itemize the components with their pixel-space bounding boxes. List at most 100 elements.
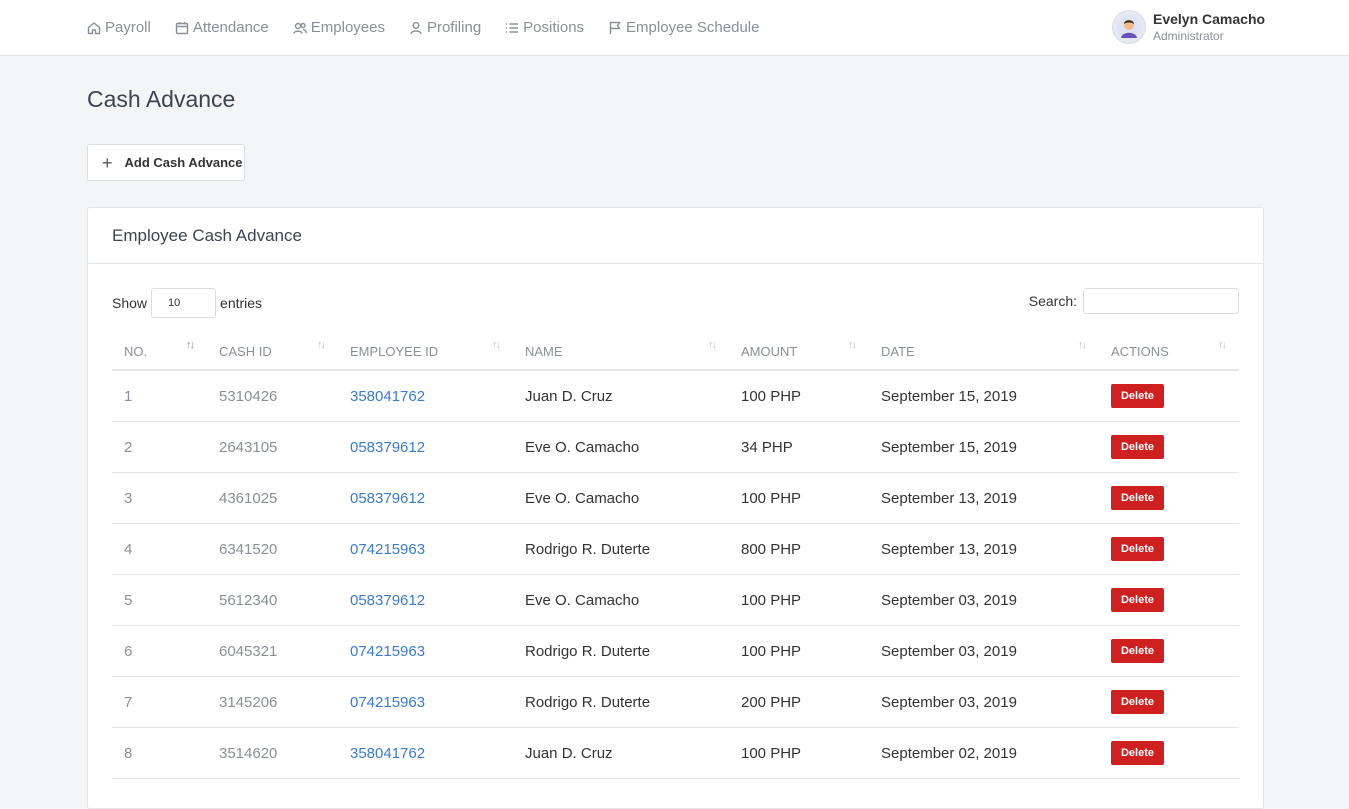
sort-asc-icon: ↑↓ [186, 339, 195, 351]
cash-advance-table: NO. ↑↓ CASH ID ↑↓ EMPLOYEE ID ↑↓ NAME ↑↓ AMO… [112, 333, 1239, 779]
column-header-employee-id[interactable]: EMPLOYEE ID ↑↓ [338, 333, 513, 371]
cell-date: September 15, 2019 [869, 370, 1099, 422]
cell-actions: Delete [1099, 370, 1239, 422]
add-cash-advance-label: Add Cash Advance [124, 155, 243, 170]
nav-label: Payroll [105, 19, 151, 36]
table-row: 5 5612340 058379612 Eve O. Camacho 100 P… [112, 574, 1239, 626]
cell-employee-id-link[interactable]: 074215963 [338, 625, 513, 677]
show-label: Show [112, 295, 148, 311]
sort-icon: ↑↓ [1218, 339, 1227, 351]
cell-name: Rodrigo R. Duterte [513, 523, 729, 575]
entries-select[interactable]: 10 [151, 288, 217, 318]
cell-actions: Delete [1099, 574, 1239, 626]
cell-date: September 13, 2019 [869, 523, 1099, 575]
column-header-label: NAME [525, 343, 563, 359]
cell-employee-id-link[interactable]: 058379612 [338, 574, 513, 626]
delete-button[interactable]: Delete [1111, 588, 1164, 612]
sort-icon: ↑↓ [317, 339, 326, 351]
cell-employee-id-link[interactable]: 358041762 [338, 370, 513, 422]
nav-item-employees[interactable]: Employees [292, 19, 385, 36]
cell-amount: 200 PHP [729, 676, 869, 728]
column-header-label: AMOUNT [741, 343, 798, 359]
nav-item-employee-schedule[interactable]: Employee Schedule [608, 19, 759, 36]
cell-date: September 03, 2019 [869, 625, 1099, 677]
delete-button[interactable]: Delete [1111, 384, 1164, 408]
table-row: 7 3145206 074215963 Rodrigo R. Duterte 2… [112, 676, 1239, 728]
cell-no: 8 [112, 727, 207, 779]
column-header-label: EMPLOYEE ID [350, 343, 439, 359]
cell-employee-id-link[interactable]: 074215963 [338, 676, 513, 728]
delete-button[interactable]: Delete [1111, 486, 1164, 510]
top-navbar: Payroll Attendance Employees Profiling P… [0, 0, 1349, 56]
cell-cash-id: 4361025 [207, 472, 338, 524]
cell-amount: 800 PHP [729, 523, 869, 575]
cell-employee-id-link[interactable]: 358041762 [338, 727, 513, 779]
delete-button[interactable]: Delete [1111, 690, 1164, 714]
nav-item-profiling[interactable]: Profiling [409, 19, 481, 36]
cell-actions: Delete [1099, 625, 1239, 677]
delete-button[interactable]: Delete [1111, 537, 1164, 561]
add-cash-advance-button[interactable]: + Add Cash Advance [87, 144, 245, 181]
nav-label: Profiling [426, 19, 482, 36]
sort-icon: ↑↓ [1078, 339, 1087, 351]
column-header-label: ACTIONS [1111, 343, 1169, 359]
nav-label: Employee Schedule [626, 19, 760, 36]
cell-employee-id-link[interactable]: 074215963 [338, 523, 513, 575]
cell-employee-id-link[interactable]: 058379612 [338, 421, 513, 473]
search-label: Search: [1028, 293, 1077, 309]
column-header-name[interactable]: NAME ↑↓ [513, 333, 729, 371]
nav-item-attendance[interactable]: Attendance [175, 19, 269, 36]
cash-advance-card: Employee Cash Advance Show 10 entries Se… [87, 207, 1264, 809]
avatar-icon [1117, 15, 1141, 39]
cell-actions: Delete [1099, 421, 1239, 473]
avatar[interactable] [1113, 11, 1145, 43]
cell-amount: 100 PHP [729, 625, 869, 677]
cell-cash-id: 2643105 [207, 421, 338, 473]
cell-employee-id-link[interactable]: 058379612 [338, 472, 513, 524]
column-header-amount[interactable]: AMOUNT ↑↓ [729, 333, 869, 371]
column-header-cash-id[interactable]: CASH ID ↑↓ [207, 333, 338, 371]
calendar-icon [175, 21, 189, 34]
table-row: 2 2643105 058379612 Eve O. Camacho 34 PH… [112, 421, 1239, 473]
cell-date: September 15, 2019 [869, 421, 1099, 473]
nav-label: Positions [523, 19, 585, 36]
table-body: 1 5310426 358041762 Juan D. Cruz 100 PHP… [112, 370, 1239, 779]
cell-actions: Delete [1099, 472, 1239, 524]
cell-no: 7 [112, 676, 207, 728]
home-icon [87, 21, 101, 34]
cell-cash-id: 6341520 [207, 523, 338, 575]
column-header-label: DATE [881, 343, 915, 359]
flag-icon [609, 21, 621, 34]
column-header-label: NO. [124, 343, 148, 359]
column-header-label: CASH ID [219, 343, 272, 359]
cell-name: Rodrigo R. Duterte [513, 676, 729, 728]
entries-length: Show 10 entries [112, 288, 262, 318]
main-nav: Payroll Attendance Employees Profiling P… [87, 0, 783, 55]
cell-no: 6 [112, 625, 207, 677]
cell-amount: 100 PHP [729, 370, 869, 422]
search-input[interactable] [1083, 288, 1239, 314]
card-title: Employee Cash Advance [88, 208, 1263, 264]
delete-button[interactable]: Delete [1111, 435, 1164, 459]
cell-no: 5 [112, 574, 207, 626]
page-title: Cash Advance [87, 86, 236, 112]
column-header-no[interactable]: NO. ↑↓ [112, 333, 207, 371]
table-controls: Show 10 entries Search: [112, 288, 1239, 320]
table-search: Search: [1029, 288, 1239, 314]
column-header-actions[interactable]: ACTIONS ↑↓ [1099, 333, 1239, 371]
column-header-date[interactable]: DATE ↑↓ [869, 333, 1099, 371]
cell-date: September 03, 2019 [869, 574, 1099, 626]
nav-item-payroll[interactable]: Payroll [87, 19, 151, 36]
delete-button[interactable]: Delete [1111, 639, 1164, 663]
cell-name: Eve O. Camacho [513, 574, 729, 626]
cell-amount: 34 PHP [729, 421, 869, 473]
nav-label: Employees [310, 19, 385, 36]
user-role: Administrator [1153, 29, 1224, 43]
cell-no: 3 [112, 472, 207, 524]
cell-name: Eve O. Camacho [513, 472, 729, 524]
nav-item-positions[interactable]: Positions [505, 19, 584, 36]
cell-amount: 100 PHP [729, 727, 869, 779]
user-menu[interactable]: Evelyn Camacho Administrator [1113, 11, 1265, 43]
table-row: 8 3514620 358041762 Juan D. Cruz 100 PHP… [112, 727, 1239, 779]
delete-button[interactable]: Delete [1111, 741, 1164, 765]
